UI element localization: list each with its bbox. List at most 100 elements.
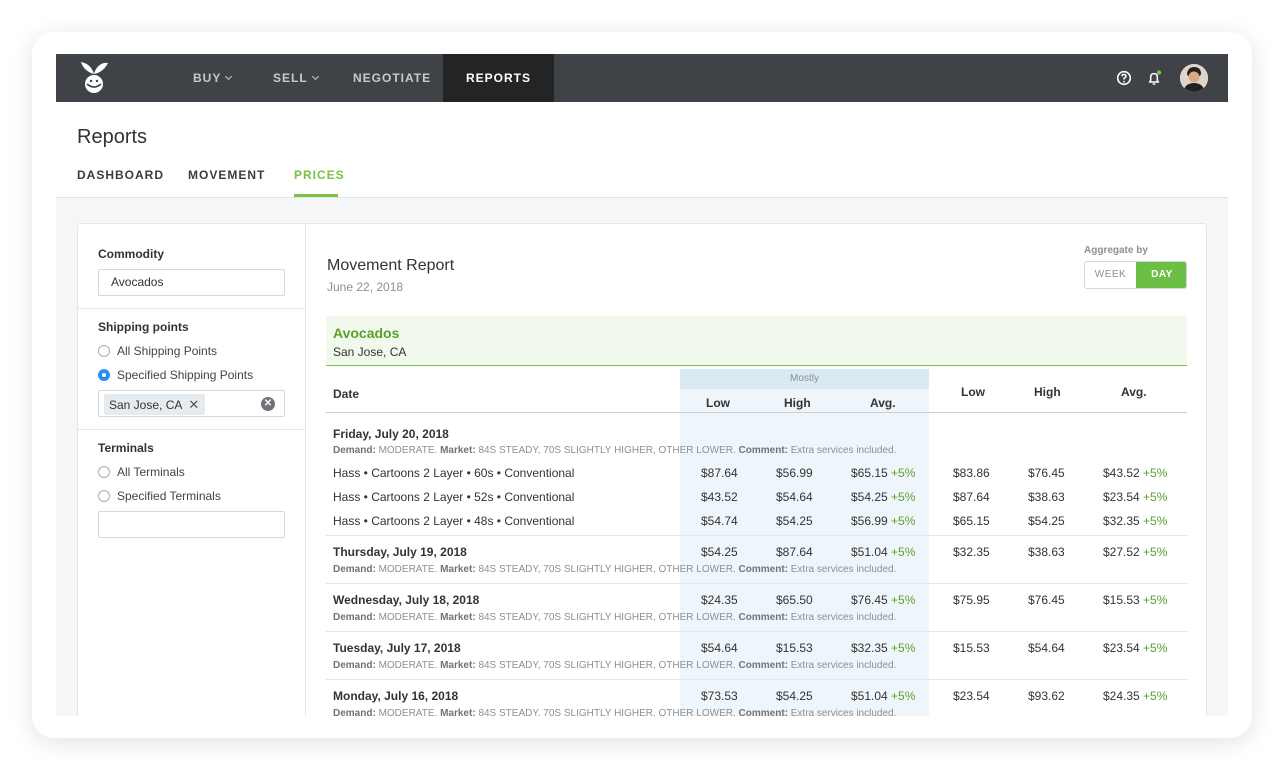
help-icon[interactable] — [1116, 70, 1132, 86]
low-cell: $15.53 — [953, 641, 990, 655]
mostly-avg-cell: $56.99 +5% — [851, 514, 916, 528]
radio-all-shipping-points[interactable]: All Shipping Points — [98, 344, 217, 358]
tab-prices[interactable]: PRICES — [294, 168, 345, 182]
radio-all-terminals[interactable]: All Terminals — [98, 465, 185, 479]
day-meta: Demand: MODERATE. Market: 84S STEADY, 70… — [333, 708, 897, 716]
report-date: June 22, 2018 — [327, 280, 404, 294]
header-mostly-avg[interactable]: Avg. — [870, 396, 896, 410]
low-cell: $23.54 — [953, 689, 990, 703]
divider — [78, 429, 305, 430]
avg-cell: $15.53 +5% — [1103, 593, 1168, 607]
mostly-high-cell: $54.25 — [776, 514, 813, 528]
mostly-low-cell: $54.25 — [701, 545, 738, 559]
high-cell: $76.45 — [1028, 466, 1065, 480]
mostly-high-cell: $56.99 — [776, 466, 813, 480]
shipping-point-chip: San Jose, CA ✕ — [104, 394, 206, 415]
high-cell: $93.62 — [1028, 689, 1065, 703]
logo-icon[interactable] — [76, 60, 112, 96]
header-low[interactable]: Low — [961, 385, 985, 399]
radio-label: All Terminals — [117, 465, 185, 479]
radio-label: All Shipping Points — [117, 344, 218, 358]
commodity-location: San Jose, CA — [333, 345, 407, 359]
commodity-label: Commodity — [98, 247, 164, 261]
mostly-high-cell: $65.50 — [776, 593, 813, 607]
row-divider — [326, 679, 1187, 680]
high-cell: $54.64 — [1028, 641, 1065, 655]
app: BUY SELL NEGOTIATE REPORTS Reports DASHB… — [56, 54, 1228, 716]
header-high[interactable]: High — [1034, 385, 1061, 399]
nav-buy-label: BUY — [193, 71, 222, 85]
page-title: Reports — [77, 126, 148, 148]
header-date[interactable]: Date — [333, 387, 359, 401]
tab-movement[interactable]: MOVEMENT — [188, 168, 265, 182]
product-cell: Hass • Cartoons 2 Layer • 60s • Conventi… — [333, 466, 575, 480]
page-header: Reports DASHBOARD MOVEMENT PRICES — [56, 102, 1228, 198]
low-cell: $32.35 — [953, 545, 990, 559]
filter-sidebar: Commodity Avocados Shipping points All S… — [78, 224, 306, 716]
header-divider — [326, 412, 1187, 413]
mostly-low-cell: $87.64 — [701, 466, 738, 480]
aggregate-label: Aggregate by — [1084, 245, 1148, 256]
mostly-high-cell: $15.53 — [776, 641, 813, 655]
product-cell: Hass • Cartoons 2 Layer • 48s • Conventi… — [333, 514, 575, 528]
shipping-points-label: Shipping points — [98, 320, 189, 334]
mostly-avg-cell: $32.35 +5% — [851, 641, 916, 655]
nav-reports-label: REPORTS — [465, 71, 531, 85]
commodity-banner: Avocados San Jose, CA — [326, 316, 1187, 366]
low-cell: $87.64 — [953, 490, 990, 504]
mostly-avg-cell: $65.15 +5% — [851, 466, 916, 480]
radio-specified-terminals[interactable]: Specified Terminals — [98, 489, 221, 503]
day-meta: Demand: MODERATE. Market: 84S STEADY, 70… — [333, 660, 897, 671]
day-title: Thursday, July 19, 2018 — [333, 545, 467, 559]
radio-specified-shipping-points[interactable]: Specified Shipping Points — [98, 368, 253, 382]
header-avg[interactable]: Avg. — [1121, 385, 1147, 399]
avg-cell: $32.35 +5% — [1103, 514, 1168, 528]
day-title: Wednesday, July 18, 2018 — [333, 593, 480, 607]
high-cell: $38.63 — [1028, 545, 1065, 559]
radio-label: Specified Terminals — [117, 489, 221, 503]
mostly-low-cell: $43.52 — [701, 490, 738, 504]
chevron-down-icon — [311, 72, 319, 81]
mostly-avg-cell: $51.04 +5% — [851, 689, 916, 703]
nav-buy[interactable]: BUY — [193, 54, 233, 102]
divider — [78, 308, 305, 309]
row-divider — [326, 535, 1187, 536]
aggregate-toggle: WEEK DAY — [1084, 261, 1187, 289]
nav-negotiate[interactable]: NEGOTIATE — [353, 54, 431, 102]
avg-cell: $27.52 +5% — [1103, 545, 1168, 559]
high-cell: $54.25 — [1028, 514, 1065, 528]
aggregate-week-button[interactable]: WEEK — [1085, 262, 1136, 288]
product-cell: Hass • Cartoons 2 Layer • 52s • Conventi… — [333, 490, 575, 504]
mostly-low-cell: $24.35 — [701, 593, 738, 607]
mostly-avg-cell: $54.25 +5% — [851, 490, 916, 504]
mostly-avg-cell: $76.45 +5% — [851, 593, 916, 607]
radio-icon — [98, 490, 110, 502]
header-mostly-high[interactable]: High — [784, 396, 811, 410]
commodity-name: Avocados — [333, 325, 400, 341]
nav-sell[interactable]: SELL — [273, 54, 319, 102]
header-mostly-low[interactable]: Low — [706, 396, 730, 410]
aggregate-day-button[interactable]: DAY — [1136, 262, 1186, 288]
nav-reports[interactable]: REPORTS — [443, 54, 554, 102]
user-avatar-icon — [1180, 64, 1208, 92]
window-frame: BUY SELL NEGOTIATE REPORTS Reports DASHB… — [32, 32, 1252, 738]
avatar[interactable] — [1180, 64, 1208, 92]
low-cell: $75.95 — [953, 593, 990, 607]
mostly-low-cell: $73.53 — [701, 689, 738, 703]
terminals-input[interactable] — [98, 511, 285, 538]
nav-sell-label: SELL — [273, 71, 308, 85]
row-divider — [326, 631, 1187, 632]
high-cell: $76.45 — [1028, 593, 1065, 607]
commodity-input[interactable]: Avocados — [98, 269, 285, 296]
day-title: Monday, July 16, 2018 — [333, 689, 459, 703]
remove-chip-icon[interactable]: ✕ — [188, 397, 199, 412]
active-tab-indicator — [294, 194, 338, 197]
report-content: Movement Report June 22, 2018 Aggregate … — [306, 224, 1208, 716]
bell-icon[interactable] — [1146, 70, 1162, 86]
report-title: Movement Report — [327, 257, 455, 274]
tab-dashboard[interactable]: DASHBOARD — [77, 168, 164, 182]
clear-icon[interactable]: ✕ — [261, 397, 275, 411]
mostly-high-cell: $54.64 — [776, 490, 813, 504]
nav-negotiate-label: NEGOTIATE — [353, 71, 432, 85]
shipping-points-input[interactable]: San Jose, CA ✕ ✕ — [98, 390, 285, 417]
